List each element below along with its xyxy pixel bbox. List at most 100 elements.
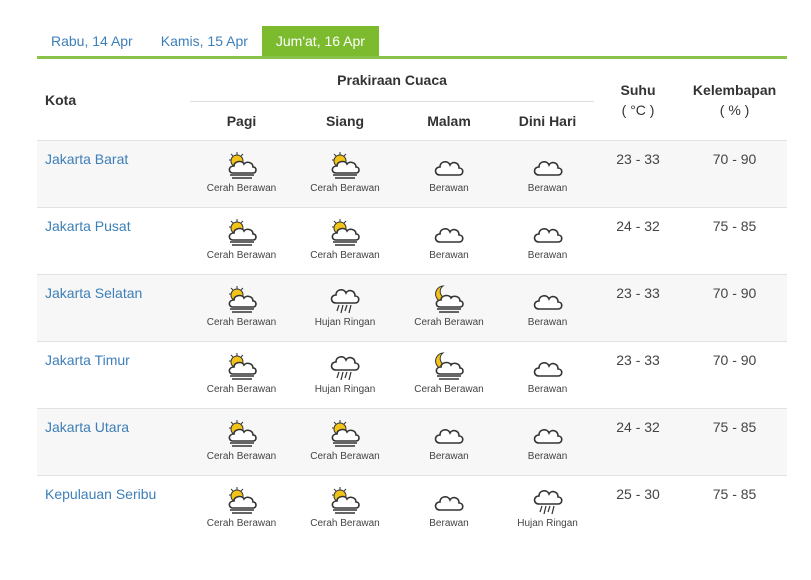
header-kelembapan-unit: ( % ) <box>719 101 750 118</box>
forecast-cell: Cerah Berawan <box>397 341 501 409</box>
forecast-cell: Hujan Ringan <box>293 341 397 409</box>
header-suhu-unit: ( °C ) <box>621 101 655 118</box>
temperature-value: 23 - 33 <box>594 274 683 342</box>
forecast-label: Berawan <box>429 250 469 261</box>
sun-cloud-fog-icon <box>294 216 396 248</box>
cloud-icon <box>398 216 500 248</box>
temperature-value: 23 - 33 <box>594 140 683 208</box>
cloud-icon <box>398 149 500 181</box>
city-link[interactable]: Jakarta Barat <box>37 140 190 208</box>
forecast-label: Cerah Berawan <box>310 518 380 529</box>
tab-date-1[interactable]: Kamis, 15 Apr <box>147 26 262 56</box>
humidity-value: 75 - 85 <box>682 475 788 543</box>
table-row: Jakarta Selatan Cerah Berawan Hujan Ringan… <box>37 274 788 342</box>
moon-cloud-fog-icon <box>398 283 500 315</box>
header-suhu: Suhu ( °C ) <box>594 59 682 141</box>
forecast-cell: Cerah Berawan <box>293 475 397 543</box>
forecast-cell: Berawan <box>501 408 595 476</box>
forecast-cell: Berawan <box>501 207 595 275</box>
sun-cloud-fog-icon <box>294 417 396 449</box>
forecast-label: Cerah Berawan <box>310 451 380 462</box>
table-row: Jakarta Barat Cerah Berawan Cerah Berawan B… <box>37 140 788 208</box>
header-pagi: Pagi <box>226 113 257 129</box>
forecast-cell: Berawan <box>397 140 501 208</box>
city-link[interactable]: Kepulauan Seribu <box>37 475 190 543</box>
sun-cloud-fog-icon <box>191 484 292 516</box>
forecast-cell: Cerah Berawan <box>190 140 293 208</box>
header-kelembapan: Kelembapan ( % ) <box>682 59 787 141</box>
table-row: Jakarta Timur Cerah Berawan Hujan Ringan Ce… <box>37 341 788 409</box>
forecast-cell: Cerah Berawan <box>190 408 293 476</box>
forecast-label: Berawan <box>527 317 568 328</box>
cloud-icon <box>398 417 500 449</box>
header-kelembapan-label: Kelembapan <box>692 81 777 98</box>
cloud-icon <box>502 283 593 315</box>
forecast-cell: Berawan <box>397 475 501 543</box>
forecast-label: Berawan <box>527 451 568 462</box>
forecast-label: Cerah Berawan <box>206 183 277 194</box>
cloud-icon <box>502 149 593 181</box>
header-siang: Siang <box>325 113 365 129</box>
forecast-label: Berawan <box>527 384 568 395</box>
forecast-label: Cerah Berawan <box>414 317 484 328</box>
sun-cloud-fog-icon <box>191 283 292 315</box>
forecast-label: Berawan <box>429 183 469 194</box>
temperature-value: 23 - 33 <box>594 341 683 409</box>
forecast-cell: Berawan <box>397 207 501 275</box>
humidity-value: 70 - 90 <box>682 341 788 409</box>
sun-cloud-fog-icon <box>191 417 292 449</box>
table-row: Kepulauan Seribu Cerah Berawan Cerah Beraw… <box>37 475 788 543</box>
forecast-label: Hujan Ringan <box>517 518 578 529</box>
tab-date-0[interactable]: Rabu, 14 Apr <box>37 26 147 56</box>
forecast-cell: Cerah Berawan <box>293 207 397 275</box>
forecast-cell: Cerah Berawan <box>293 140 397 208</box>
forecast-cell: Berawan <box>397 408 501 476</box>
sun-cloud-fog-icon <box>294 484 396 516</box>
city-link[interactable]: Jakarta Timur <box>37 341 190 409</box>
temperature-value: 25 - 30 <box>594 475 683 543</box>
forecast-label: Cerah Berawan <box>206 451 277 462</box>
forecast-panel: Rabu, 14 Apr Kamis, 15 Apr Jum'at, 16 Ap… <box>37 26 788 543</box>
forecast-cell: Hujan Ringan <box>501 475 595 543</box>
forecast-cell: Berawan <box>501 274 595 342</box>
forecast-label: Cerah Berawan <box>206 384 277 395</box>
forecast-label: Cerah Berawan <box>310 250 380 261</box>
forecast-cell: Cerah Berawan <box>190 274 293 342</box>
forecast-label: Cerah Berawan <box>206 250 277 261</box>
sun-cloud-fog-icon <box>294 149 396 181</box>
cloud-icon <box>398 484 500 516</box>
sun-cloud-fog-icon <box>191 216 292 248</box>
table-row: Jakarta Pusat Cerah Berawan Cerah Berawan B… <box>37 207 788 275</box>
cloud-rain-icon <box>502 484 593 516</box>
sun-cloud-fog-icon <box>191 149 292 181</box>
city-link[interactable]: Jakarta Selatan <box>37 274 190 342</box>
city-link[interactable]: Jakarta Pusat <box>37 207 190 275</box>
humidity-value: 70 - 90 <box>682 274 788 342</box>
forecast-cell: Cerah Berawan <box>190 341 293 409</box>
cloud-icon <box>502 350 593 382</box>
tab-date-2[interactable]: Jum'at, 16 Apr <box>261 26 379 56</box>
humidity-value: 75 - 85 <box>682 207 788 275</box>
forecast-label: Cerah Berawan <box>206 317 277 328</box>
forecast-label: Berawan <box>429 518 469 529</box>
cloud-rain-icon <box>294 283 396 315</box>
header-dini-hari: Dini Hari <box>518 113 577 129</box>
forecast-cell: Hujan Ringan <box>293 274 397 342</box>
cloud-icon <box>502 417 593 449</box>
forecast-label: Berawan <box>429 451 469 462</box>
forecast-cell: Cerah Berawan <box>190 207 293 275</box>
forecast-cell: Cerah Berawan <box>293 408 397 476</box>
temperature-value: 24 - 32 <box>594 408 683 476</box>
forecast-label: Cerah Berawan <box>414 384 484 395</box>
city-link[interactable]: Jakarta Utara <box>37 408 190 476</box>
table-row: Jakarta Utara Cerah Berawan Cerah Berawan B… <box>37 408 788 476</box>
cloud-icon <box>502 216 593 248</box>
forecast-label: Cerah Berawan <box>310 183 380 194</box>
forecast-cell: Berawan <box>501 341 595 409</box>
forecast-label: Hujan Ringan <box>314 317 376 328</box>
sun-cloud-fog-icon <box>191 350 292 382</box>
forecast-label: Berawan <box>527 250 568 261</box>
header-suhu-label: Suhu <box>620 81 656 98</box>
forecast-cell: Berawan <box>501 140 595 208</box>
cloud-rain-icon <box>294 350 396 382</box>
